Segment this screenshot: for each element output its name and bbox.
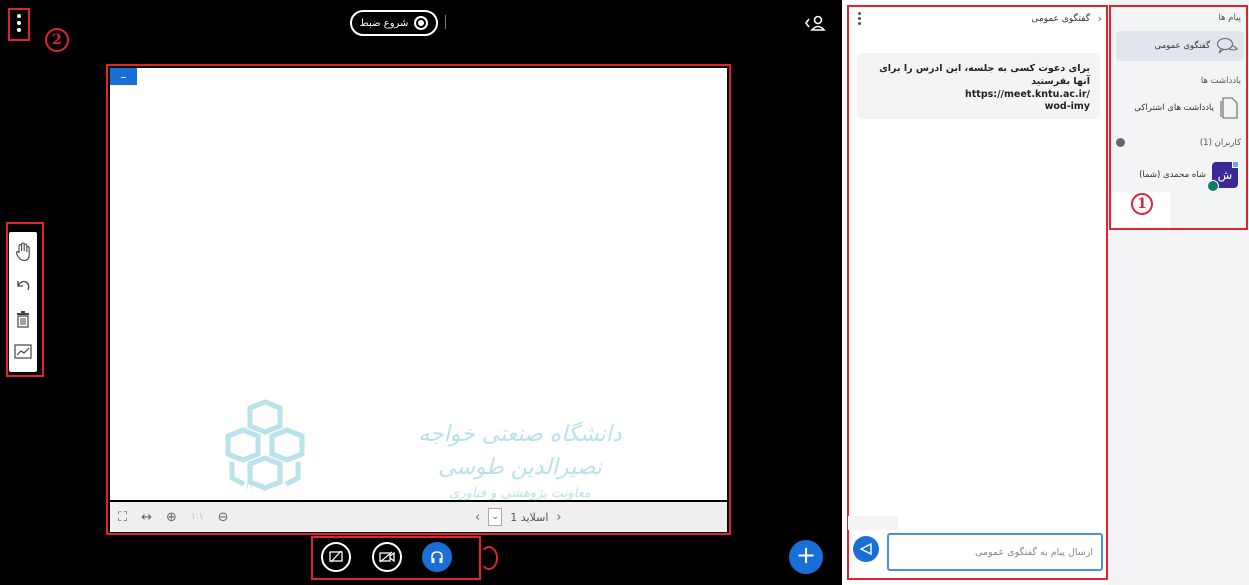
annotation-number-3-partial	[480, 546, 498, 570]
whiteboard-toolbar: ⛶ ↔ ⊕ ۱:۱ ⊖ ‹ ⌄ اسلاید 1 ›	[110, 502, 727, 532]
next-slide-icon[interactable]: ›	[556, 510, 561, 525]
chat-options-icon[interactable]	[858, 12, 861, 25]
slide-navigation: ‹ ⌄ اسلاید 1 ›	[475, 508, 562, 526]
slide-label[interactable]: اسلاید 1	[510, 511, 548, 524]
share-webcam-button[interactable]	[372, 542, 402, 572]
actions-plus-button[interactable]: +	[789, 540, 823, 574]
chat-typing-indicator	[848, 516, 898, 530]
previous-slide-icon[interactable]: ‹	[475, 510, 480, 525]
chat-composer: ارسال پیام به گفتگوی عمومی	[853, 533, 1103, 573]
logo-year: ۱۳۰۷	[245, 482, 265, 492]
slide-dropdown-chevron-icon[interactable]: ⌄	[488, 508, 503, 526]
zoom-out-icon[interactable]: ⊖	[218, 510, 229, 525]
whiteboard-canvas[interactable]: – ۱۳۰۷ دانشگاه صنعتی خواجه نصیرالدین طوس…	[110, 68, 727, 501]
chat-message-text: برای دعوت کسی به جلسه، این ادرس را برای …	[879, 63, 1090, 87]
fullscreen-icon[interactable]: ⛶	[118, 510, 127, 525]
minimize-presentation-button[interactable]: –	[110, 68, 137, 85]
chat-header: گفتگوی عمومی ›	[858, 10, 1102, 30]
record-icon	[414, 16, 429, 30]
university-name: دانشگاه صنعتی خواجه نصیرالدین طوسی	[418, 422, 622, 480]
record-label: شروع ضبط	[359, 17, 409, 29]
share-screen-button[interactable]	[321, 542, 351, 572]
send-message-button[interactable]	[853, 536, 879, 562]
sidebar-highlight-frame	[1109, 5, 1248, 230]
multi-user-whiteboard-icon[interactable]	[12, 340, 34, 364]
university-logo-icon	[225, 399, 305, 491]
university-name-text: دانشگاه صنعتی خواجه نصیرالدین طوسی معاون…	[410, 418, 630, 504]
annotation-number-2: 2	[45, 28, 69, 52]
toolbar-divider	[445, 15, 446, 29]
university-subtitle: معاونت پژوهشی و فناوری	[449, 486, 591, 501]
annotation-number-1: 1	[1131, 193, 1153, 215]
annotation-tools-palette	[9, 232, 37, 372]
chat-message-url[interactable]: https://meet.kntu.ac.ir/	[867, 89, 1090, 102]
clear-trash-icon[interactable]	[12, 307, 34, 331]
hand-tool-icon[interactable]	[12, 240, 34, 264]
chat-message-code: wod-imy	[1044, 101, 1090, 113]
zoom-reset-label[interactable]: ۱:۱	[191, 512, 204, 522]
undo-icon[interactable]	[12, 273, 34, 297]
zoom-in-icon[interactable]: ⊕	[166, 510, 177, 525]
chat-welcome-message: برای دعوت کسی به جلسه، این ادرس را برای …	[857, 53, 1100, 119]
user-list-toggle-icon[interactable]	[803, 12, 827, 34]
chat-title: گفتگوی عمومی	[1031, 14, 1090, 24]
start-recording-button[interactable]: شروع ضبط	[350, 10, 438, 36]
annotation-frame-2	[8, 8, 30, 41]
chat-close-chevron-icon[interactable]: ›	[1098, 12, 1102, 25]
fit-width-icon[interactable]: ↔	[141, 510, 152, 525]
headphones-audio-button[interactable]	[422, 542, 452, 572]
chat-message-input[interactable]: ارسال پیام به گفتگوی عمومی	[887, 533, 1103, 571]
